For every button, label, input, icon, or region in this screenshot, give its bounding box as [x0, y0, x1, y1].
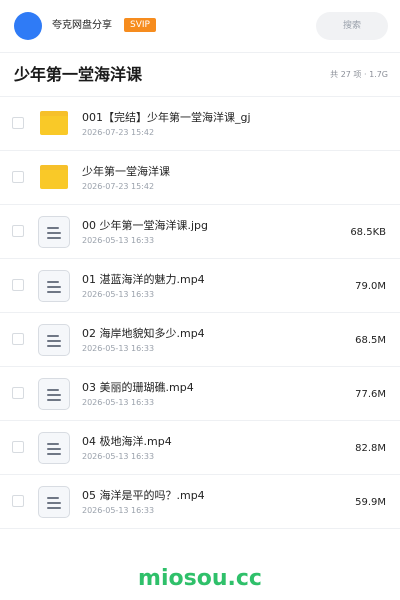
- document-icon: [38, 324, 70, 356]
- item-checkbox[interactable]: [12, 441, 24, 453]
- item-checkbox[interactable]: [12, 387, 24, 399]
- list-item[interactable]: 03 美丽的珊瑚礁.mp4 2026-05-13 16:33 77.6M: [0, 367, 400, 421]
- svip-badge: SVIP: [124, 18, 156, 32]
- top-bar: 夸克网盘分享 SVIP 搜索: [0, 0, 400, 52]
- item-date: 2026-05-13 16:33: [82, 452, 155, 461]
- list-item[interactable]: 01 湛蓝海洋的魅力.mp4 2026-05-13 16:33 79.0M: [0, 259, 400, 313]
- document-icon: [38, 216, 70, 248]
- app-name: 夸克网盘分享: [52, 20, 112, 31]
- item-date: 2026-05-13 16:33: [82, 398, 155, 407]
- item-date: 2026-07-23 15:42: [82, 182, 155, 191]
- item-size: 79.0M: [355, 281, 386, 292]
- item-size: 59.9M: [355, 497, 386, 508]
- item-name: 001【完结】少年第一堂海洋课_gj: [82, 111, 251, 124]
- page-title: 少年第一堂海洋课: [14, 65, 143, 84]
- document-icon: [38, 378, 70, 410]
- document-icon: [38, 432, 70, 464]
- file-list: 001【完结】少年第一堂海洋课_gj 2026-07-23 15:42 少年第一…: [0, 97, 400, 529]
- folder-header: 少年第一堂海洋课 共 27 项 · 1.7G: [0, 53, 400, 97]
- watermark-logo: miosou.cc: [138, 566, 262, 591]
- document-icon: [38, 270, 70, 302]
- item-date: 2026-05-13 16:33: [82, 344, 155, 353]
- list-item[interactable]: 少年第一堂海洋课 2026-07-23 15:42: [0, 151, 400, 205]
- item-checkbox[interactable]: [12, 225, 24, 237]
- list-item[interactable]: 04 极地海洋.mp4 2026-05-13 16:33 82.8M: [0, 421, 400, 475]
- item-size: 68.5M: [355, 335, 386, 346]
- list-item[interactable]: 02 海岸地貌知多少.mp4 2026-05-13 16:33 68.5M: [0, 313, 400, 367]
- list-item[interactable]: 05 海洋是平的吗？.mp4 2026-05-13 16:33 59.9M: [0, 475, 400, 529]
- item-checkbox[interactable]: [12, 279, 24, 291]
- item-size: 68.5KB: [350, 227, 386, 238]
- item-name: 少年第一堂海洋课: [82, 165, 170, 178]
- item-name: 04 极地海洋.mp4: [82, 435, 172, 448]
- folder-icon: [38, 108, 70, 140]
- list-item[interactable]: 00 少年第一堂海洋课.jpg 2026-05-13 16:33 68.5KB: [0, 205, 400, 259]
- folder-summary: 共 27 项 · 1.7G: [330, 70, 388, 79]
- item-checkbox[interactable]: [12, 117, 24, 129]
- item-checkbox[interactable]: [12, 333, 24, 345]
- item-name: 03 美丽的珊瑚礁.mp4: [82, 381, 194, 394]
- item-size: 82.8M: [355, 443, 386, 454]
- search-input[interactable]: 搜索: [316, 12, 388, 40]
- item-date: 2026-05-13 16:33: [82, 236, 155, 245]
- item-name: 02 海岸地貌知多少.mp4: [82, 327, 205, 340]
- list-item[interactable]: 001【完结】少年第一堂海洋课_gj 2026-07-23 15:42: [0, 97, 400, 151]
- item-name: 01 湛蓝海洋的魅力.mp4: [82, 273, 205, 286]
- item-checkbox[interactable]: [12, 171, 24, 183]
- item-checkbox[interactable]: [12, 495, 24, 507]
- item-date: 2026-07-23 15:42: [82, 128, 155, 137]
- item-size: 77.6M: [355, 389, 386, 400]
- item-date: 2026-05-13 16:33: [82, 506, 155, 515]
- avatar[interactable]: [14, 12, 42, 40]
- item-name: 05 海洋是平的吗？.mp4: [82, 489, 205, 502]
- item-name: 00 少年第一堂海洋课.jpg: [82, 219, 209, 232]
- item-date: 2026-05-13 16:33: [82, 290, 155, 299]
- folder-icon: [38, 162, 70, 194]
- document-icon: [38, 486, 70, 518]
